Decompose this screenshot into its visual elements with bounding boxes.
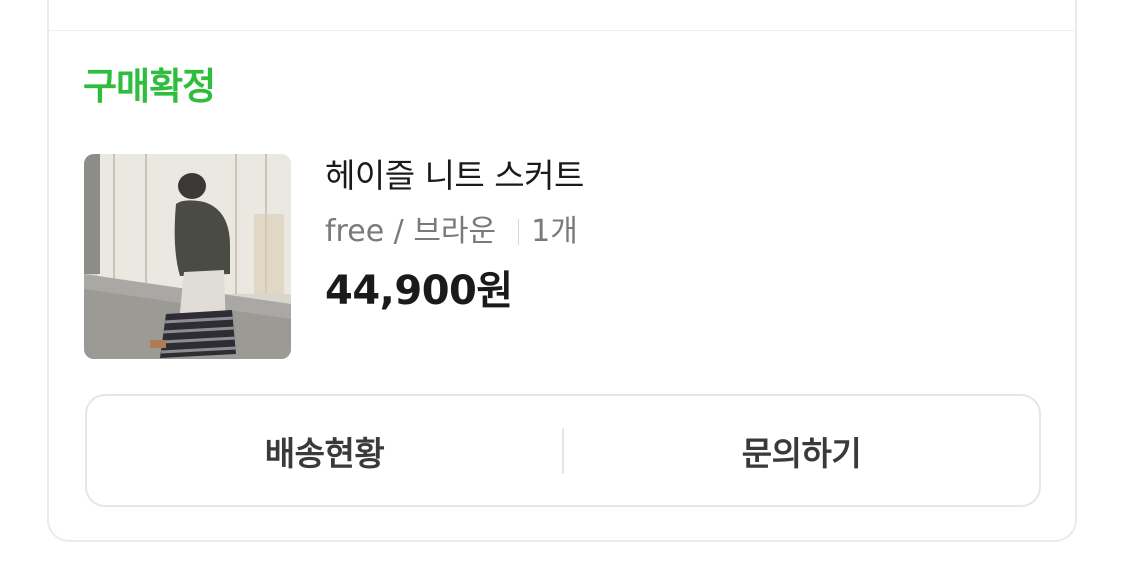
product-option: free / 브라운 — [325, 214, 497, 249]
order-item-card: 구매확정 헤이즐 니트 스커트 free / 브라운 1개 44,900원 배송… — [47, 0, 1077, 542]
product-quantity: 1개 — [531, 214, 578, 249]
product-name[interactable]: 헤이즐 니트 스커트 — [325, 156, 584, 196]
order-status-label: 구매확정 — [83, 65, 216, 108]
card-divider — [49, 30, 1075, 31]
option-separator — [518, 219, 520, 245]
product-option-row: free / 브라운 1개 — [325, 214, 578, 250]
product-price: 44,900원 — [325, 268, 513, 314]
order-actions: 배송현황 문의하기 — [85, 394, 1041, 507]
product-thumbnail[interactable] — [84, 154, 291, 359]
delivery-status-button[interactable]: 배송현황 — [87, 396, 562, 505]
product-photo-icon — [84, 154, 291, 359]
inquiry-button[interactable]: 문의하기 — [564, 396, 1039, 505]
